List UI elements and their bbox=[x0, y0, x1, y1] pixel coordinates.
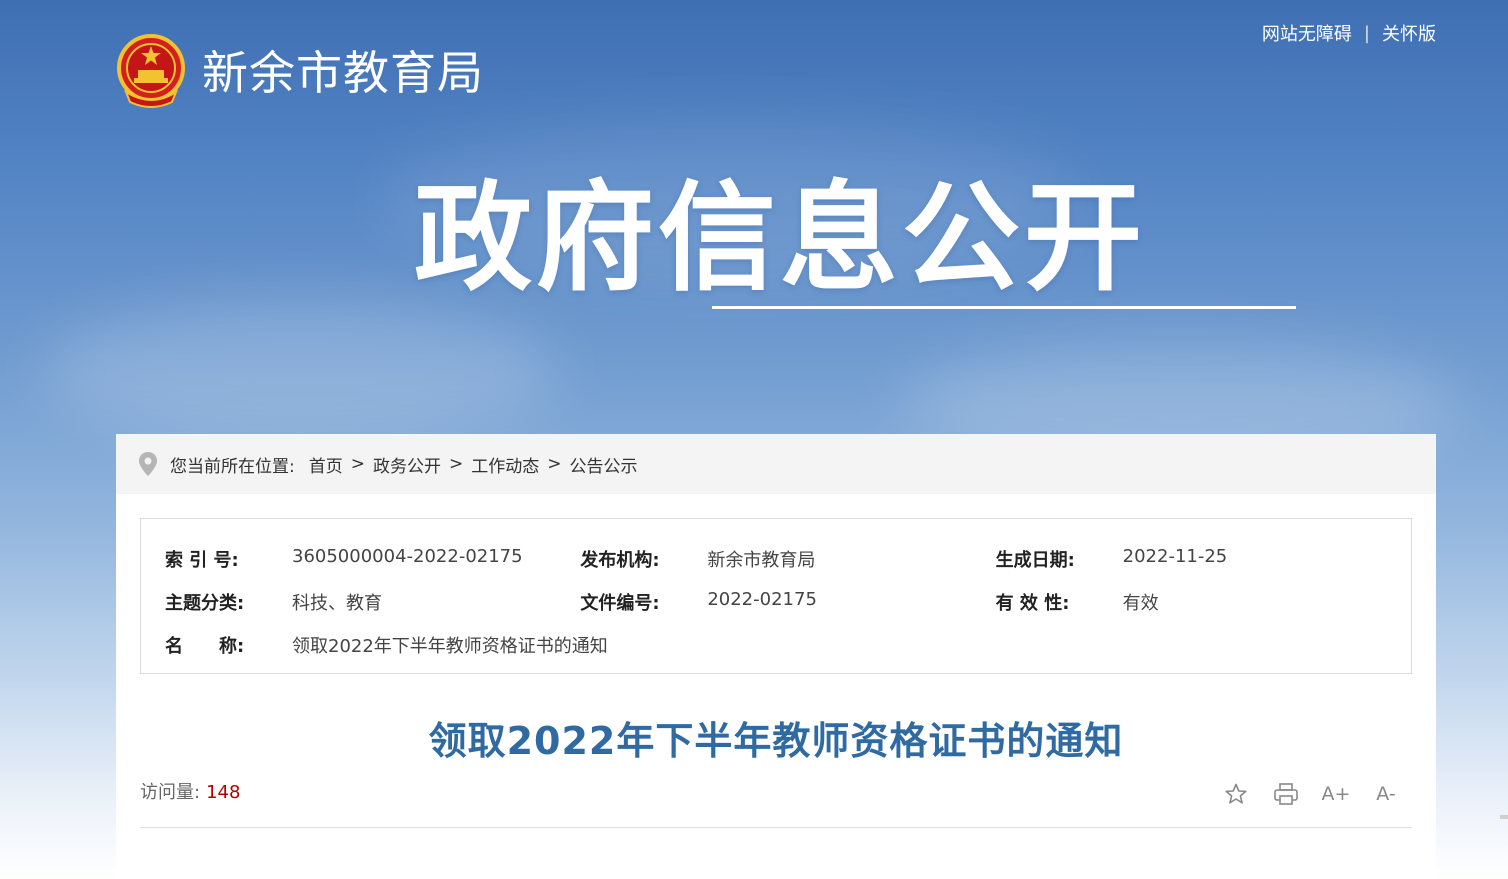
meta-value: 新余市教育局 bbox=[707, 549, 816, 571]
breadcrumb-separator: > bbox=[350, 454, 365, 474]
visits-label: 访问量: bbox=[140, 782, 201, 803]
favorite-button[interactable] bbox=[1222, 780, 1250, 808]
link-separator: | bbox=[1363, 22, 1370, 44]
content-card: 您当前所在位置: 首页 > 政务公开 > 工作动态 > 公告公示 索 引 号: … bbox=[116, 434, 1436, 879]
meta-doc-number: 文件编号: 2022-02175 bbox=[580, 589, 995, 615]
meta-value: 科技、教育 bbox=[292, 592, 382, 614]
meta-label: 有 效 性: bbox=[995, 592, 1070, 614]
meta-label: 主题分类: bbox=[165, 592, 245, 614]
location-pin-icon bbox=[139, 452, 157, 476]
breadcrumb-gov-affairs[interactable]: 政务公开 bbox=[373, 452, 441, 477]
font-decrease-button[interactable]: A- bbox=[1372, 780, 1400, 808]
banner-title: 政府信息公开 bbox=[414, 169, 1147, 307]
meta-name: 名 称: 领取2022年下半年教师资格证书的通知 bbox=[165, 632, 1065, 658]
elder-mode-link[interactable]: 关怀版 bbox=[1382, 20, 1436, 46]
divider bbox=[140, 827, 1412, 828]
meta-topic: 主题分类: 科技、教育 bbox=[165, 589, 580, 615]
meta-label: 文件编号: bbox=[580, 592, 660, 614]
meta-value: 有效 bbox=[1122, 592, 1159, 614]
visits-count: 148 bbox=[206, 782, 241, 803]
meta-value: 3605000004-2022-02175 bbox=[292, 545, 523, 567]
document-meta-table: 索 引 号: 3605000004-2022-02175 发布机构: 新余市教育… bbox=[140, 518, 1412, 674]
meta-row: 名 称: 领取2022年下半年教师资格证书的通知 bbox=[165, 623, 1411, 666]
background-cloud bbox=[40, 300, 560, 440]
top-links: 网站无障碍 | 关怀版 bbox=[1262, 20, 1436, 46]
meta-date: 生成日期: 2022-11-25 bbox=[996, 546, 1411, 572]
meta-label: 名 称: bbox=[165, 635, 245, 657]
breadcrumb-notices[interactable]: 公告公示 bbox=[569, 452, 637, 477]
font-increase-button[interactable]: A+ bbox=[1321, 780, 1351, 808]
star-icon bbox=[1225, 783, 1247, 804]
breadcrumb-prefix: 您当前所在位置: bbox=[170, 456, 295, 477]
breadcrumb: 您当前所在位置: 首页 > 政务公开 > 工作动态 > 公告公示 bbox=[116, 434, 1436, 494]
national-emblem-icon bbox=[117, 34, 185, 108]
site-logo[interactable]: 新余市教育局 bbox=[116, 32, 484, 108]
meta-label: 发布机构: bbox=[580, 549, 660, 571]
article-title: 领取2022年下半年教师资格证书的通知 bbox=[428, 719, 1124, 763]
breadcrumb-separator: > bbox=[547, 454, 562, 474]
breadcrumb-work-news[interactable]: 工作动态 bbox=[471, 452, 539, 477]
meta-row: 索 引 号: 3605000004-2022-02175 发布机构: 新余市教育… bbox=[165, 537, 1411, 580]
banner-underline bbox=[712, 306, 1296, 309]
meta-row: 主题分类: 科技、教育 文件编号: 2022-02175 有 效 性: 有效 bbox=[165, 580, 1411, 623]
visit-counter: 访问量: 148 bbox=[140, 778, 240, 804]
meta-label: 索 引 号: bbox=[165, 549, 239, 571]
print-icon bbox=[1274, 783, 1298, 805]
meta-value: 2022-11-25 bbox=[1122, 545, 1228, 567]
meta-index: 索 引 号: 3605000004-2022-02175 bbox=[165, 546, 580, 572]
site-name: 新余市教育局 bbox=[202, 46, 484, 100]
meta-label: 生成日期: bbox=[995, 549, 1075, 571]
breadcrumb-separator: > bbox=[448, 454, 464, 474]
scroll-marker bbox=[1500, 815, 1508, 819]
font-decrease-icon: A- bbox=[1376, 783, 1396, 805]
meta-publisher: 发布机构: 新余市教育局 bbox=[580, 546, 995, 572]
meta-value: 领取2022年下半年教师资格证书的通知 bbox=[292, 635, 608, 657]
article-tools: A+ A- bbox=[1222, 780, 1400, 808]
breadcrumb-home[interactable]: 首页 bbox=[309, 452, 343, 477]
meta-validity: 有 效 性: 有效 bbox=[996, 589, 1411, 615]
print-button[interactable] bbox=[1272, 780, 1300, 808]
meta-value: 2022-02175 bbox=[707, 588, 817, 610]
accessibility-link[interactable]: 网站无障碍 bbox=[1262, 20, 1352, 46]
font-increase-icon: A+ bbox=[1321, 783, 1351, 805]
